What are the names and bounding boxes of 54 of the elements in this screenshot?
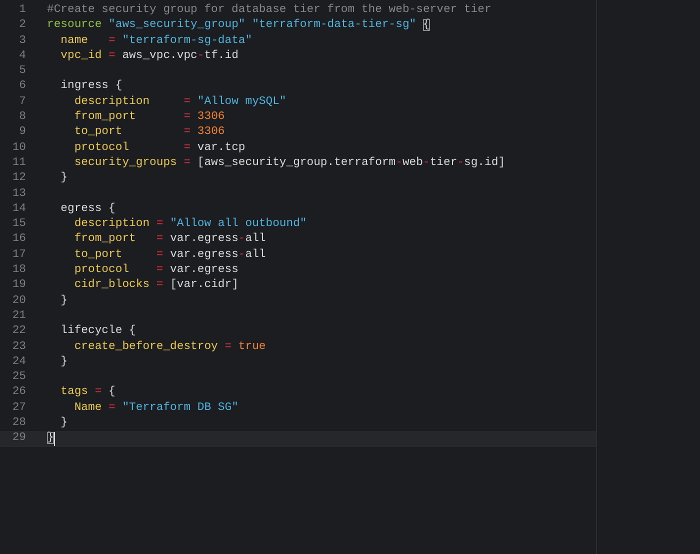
line-number: 9 [18,125,26,140]
code-line: to_port = 3306 [73,125,225,140]
line-number: 19 [11,278,26,294]
text-cursor [54,432,55,446]
code-line: } [60,294,68,309]
line-number: 4 [18,48,26,64]
line-number: 1 [18,3,26,18]
line-number: 8 [18,110,26,126]
code-line: description = "Allow mySQL" [73,94,286,110]
code-line: cidr_blocks = [var.cidr] [73,278,238,294]
line-number: 5 [18,64,26,80]
line-number: 18 [11,263,26,278]
code-line: to_port = var.egress-all [73,248,266,263]
code-line: #Create security group for database tier from the web-server tier [47,3,492,18]
line-number: 22 [11,324,26,340]
code-line: egress { [60,202,116,217]
line-number: 16 [11,232,26,248]
line-number: 14 [11,202,26,217]
code-line: from_port = 3306 [73,110,225,126]
line-number: 28 [11,416,26,432]
line-number: 3 [18,34,26,49]
line-number: 12 [11,171,26,186]
line-number: 11 [11,156,26,171]
code-line: protocol = var.tcp [73,140,246,156]
line-number: 10 [11,140,26,156]
line-number: 7 [18,94,26,110]
line-number: 23 [11,340,26,355]
code-line: ingress { [60,79,122,94]
code-line: tags = { [60,385,116,400]
line-number: 17 [11,248,26,263]
line-number: 29 [11,431,26,446]
code-line: } [60,171,68,186]
line-number: 21 [11,308,26,324]
code-line: name = "terraform-sg-data" [60,34,252,49]
code-line: description = "Allow all outbound" [73,217,307,232]
code-line: from_port = var.egress-all [73,232,266,248]
line-number: 2 [18,18,26,34]
code-line: create_before_destroy = true [73,340,266,355]
line-number: 24 [11,354,26,370]
code-line: security_groups = [aws_security_group.terraform-web-tier-sg.id] [73,156,506,171]
line-number: 20 [11,294,26,309]
code-line: } [60,354,68,370]
code-line: Name = "Terraform DB SG" [73,400,238,416]
line-number: 25 [11,370,26,386]
line-number: 27 [11,400,26,416]
line-number: 13 [11,186,26,202]
line-number: 6 [18,79,26,94]
code-line: vpc_id = aws_vpc.vpc-tf.id [60,48,238,64]
code-line: lifecycle { [60,324,136,340]
code-line: } [60,416,68,432]
line-number: 26 [11,385,26,400]
line-number: 15 [11,217,26,232]
code-line: protocol = var.egress [73,263,238,278]
code-editor[interactable] [0,0,597,554]
